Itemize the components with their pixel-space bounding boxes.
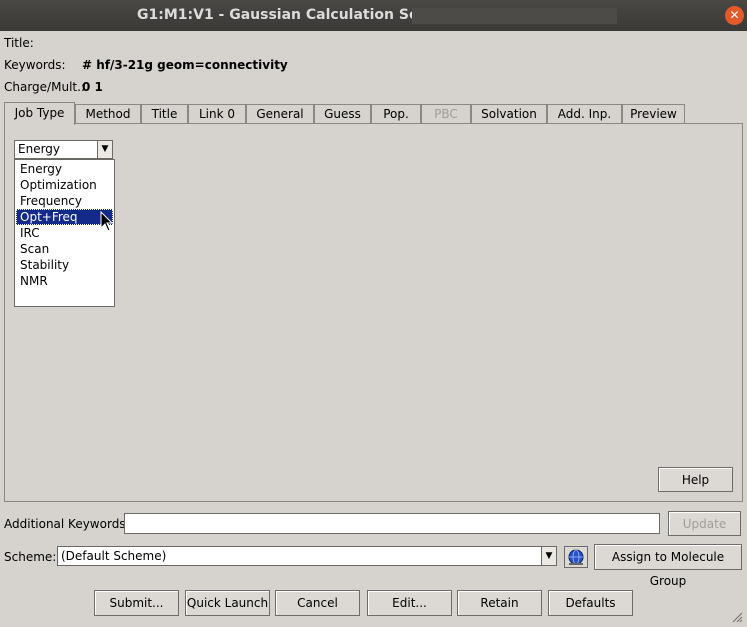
- keywords-value: # hf/3-21g geom=connectivity: [82, 58, 288, 72]
- tab-title[interactable]: Title: [141, 104, 188, 125]
- edit-button[interactable]: Edit...: [367, 590, 452, 616]
- tab-general[interactable]: General: [246, 104, 314, 125]
- tab-link0[interactable]: Link 0: [188, 104, 246, 125]
- globe-icon: [568, 549, 584, 565]
- tab-pbc: PBC: [421, 104, 471, 125]
- update-button: Update: [668, 511, 741, 536]
- dropdown-option-irc[interactable]: IRC: [16, 225, 113, 241]
- job-type-select-value: Energy: [18, 142, 61, 156]
- quick-launch-button[interactable]: Quick Launch: [185, 590, 270, 616]
- submit-button[interactable]: Submit...: [94, 590, 179, 616]
- tab-pop[interactable]: Pop.: [371, 104, 421, 125]
- additional-keywords-label: Additional Keywords:: [4, 517, 130, 531]
- close-button[interactable]: ✕: [725, 6, 744, 25]
- additional-keywords-input[interactable]: [124, 513, 660, 534]
- dropdown-option-nmr[interactable]: NMR: [16, 273, 113, 289]
- tab-solvation[interactable]: Solvation: [471, 104, 547, 125]
- title-obscured-region: [412, 8, 617, 24]
- title-label: Title:: [4, 36, 34, 50]
- retain-button[interactable]: Retain: [457, 590, 542, 616]
- tab-guess[interactable]: Guess: [314, 104, 371, 125]
- tab-preview[interactable]: Preview: [622, 104, 685, 125]
- mouse-cursor-icon: [100, 211, 114, 232]
- close-icon: ✕: [729, 8, 740, 22]
- charge-mult-label: Charge/Mult.:: [4, 80, 85, 94]
- dropdown-option-scan[interactable]: Scan: [16, 241, 113, 257]
- dropdown-option-stability[interactable]: Stability: [16, 257, 113, 273]
- charge-mult-value: 0 1: [82, 80, 103, 94]
- tab-method[interactable]: Method: [75, 104, 141, 125]
- tab-job-type[interactable]: Job Type: [4, 102, 75, 125]
- job-type-dropdown: Energy Optimization Frequency Opt+Freq I…: [14, 159, 115, 307]
- window-title: G1:M1:V1 - Gaussian Calculation Setup: [137, 7, 446, 23]
- keywords-label: Keywords:: [4, 58, 66, 72]
- chevron-down-icon[interactable]: ▼: [97, 141, 112, 158]
- window-titlebar: G1:M1:V1 - Gaussian Calculation Setup ✕: [0, 0, 747, 31]
- tab-add-inp[interactable]: Add. Inp.: [547, 104, 622, 125]
- cancel-button[interactable]: Cancel: [275, 590, 360, 616]
- help-button[interactable]: Help: [658, 467, 733, 492]
- dropdown-option-energy[interactable]: Energy: [16, 161, 113, 177]
- assign-to-molecule-group-button[interactable]: Assign to Molecule Group: [594, 544, 742, 588]
- resize-grip-icon[interactable]: [731, 611, 743, 623]
- scheme-label: Scheme:: [4, 550, 57, 564]
- defaults-button[interactable]: Defaults: [548, 590, 633, 616]
- dropdown-option-optimization[interactable]: Optimization: [16, 177, 113, 193]
- dropdown-option-opt-freq[interactable]: Opt+Freq: [16, 209, 113, 225]
- scheme-select-value: (Default Scheme): [61, 549, 167, 563]
- job-type-select[interactable]: Energy ▼: [14, 140, 113, 159]
- globe-button[interactable]: [564, 546, 588, 568]
- dropdown-option-frequency[interactable]: Frequency: [16, 193, 113, 209]
- scheme-select[interactable]: (Default Scheme) ▼: [57, 546, 557, 566]
- chevron-down-icon[interactable]: ▼: [541, 547, 556, 565]
